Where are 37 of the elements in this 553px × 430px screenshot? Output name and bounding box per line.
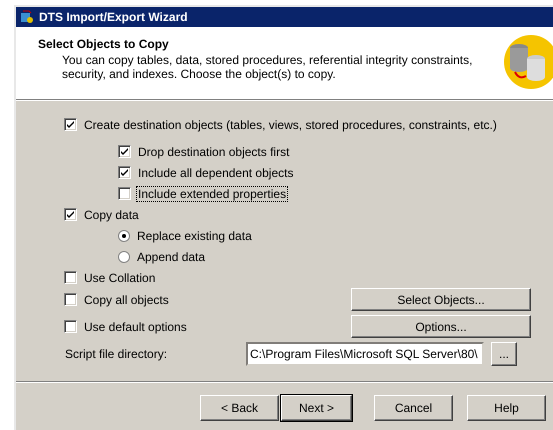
wizard-button[interactable]: < Back xyxy=(200,395,279,421)
browse-button[interactable]: ... xyxy=(491,342,517,366)
option-label: Use Collation xyxy=(83,270,156,284)
checkmark-icon xyxy=(120,147,129,156)
checkmark-icon xyxy=(66,120,75,129)
wizard-button[interactable]: Help xyxy=(467,395,546,421)
option-label: Drop destination objects first xyxy=(137,144,290,158)
option-label: Copy all objects xyxy=(83,292,170,306)
option-label: Copy data xyxy=(83,208,140,222)
directory-field[interactable]: C:\Program Files\Microsoft SQL Server\80\ xyxy=(246,342,484,366)
radio-button[interactable] xyxy=(118,250,130,262)
dialog-button[interactable]: Select Objects... xyxy=(351,288,531,311)
page-description: You can copy tables, data, stored procedures, referential integrity constraints, security, and indexes. Choose the object(s) to copy. xyxy=(61,53,474,81)
wizard-button[interactable]: Next > xyxy=(281,395,352,421)
checkmark-icon xyxy=(66,210,75,219)
dialog-button[interactable]: Options... xyxy=(351,315,531,338)
wizard-icon xyxy=(19,9,35,25)
checkbox[interactable] xyxy=(118,145,131,158)
option-label: Create destination objects (tables, views, stored procedures, constraints, etc.) xyxy=(83,118,498,132)
checkbox[interactable] xyxy=(64,118,77,131)
checkbox[interactable] xyxy=(64,271,77,284)
checkbox[interactable] xyxy=(118,187,131,200)
checkbox[interactable] xyxy=(64,208,77,221)
option-label: Include all dependent objects xyxy=(137,166,294,180)
window-title: DTS Import/Export Wizard xyxy=(39,10,188,24)
checkbox[interactable] xyxy=(118,166,131,179)
option-label: Replace existing data xyxy=(136,228,253,242)
option-label: Use default options xyxy=(83,320,188,334)
wizard-button[interactable]: Cancel xyxy=(374,395,453,421)
radio-button[interactable] xyxy=(118,230,130,242)
option-label: Include extended properties xyxy=(137,186,288,200)
field-label: Script file directory: xyxy=(64,347,168,361)
checkbox[interactable] xyxy=(64,293,77,306)
option-label: Append data xyxy=(136,250,206,264)
page-title: Select Objects to Copy xyxy=(38,37,170,51)
checkbox[interactable] xyxy=(64,320,77,333)
checkmark-icon xyxy=(120,168,129,177)
